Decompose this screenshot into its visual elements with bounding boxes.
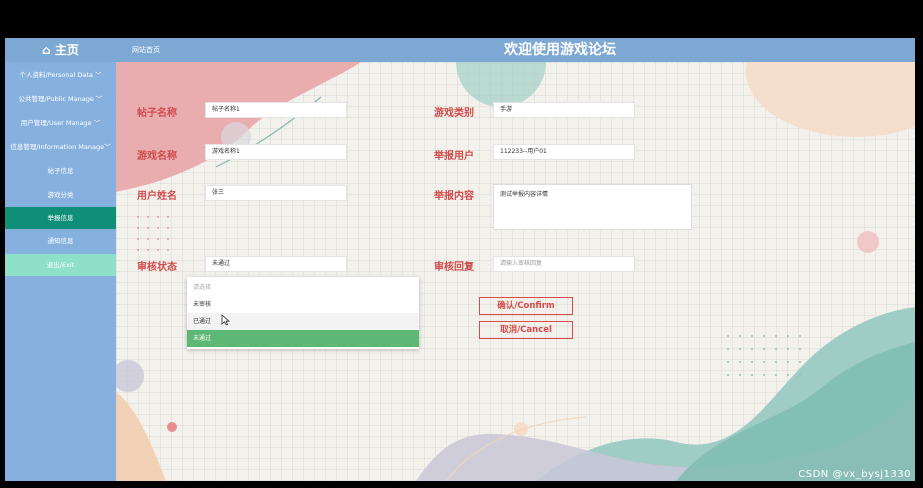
review-status-select[interactable]: 未通过: [205, 256, 347, 272]
sidebar-item-user-manage[interactable]: 用户管理/User Manage ﹀: [5, 112, 116, 134]
screen-frame: 帖子名称 帖子名称1 游戏类别 手游 游戏名称 游戏名称1 举报用户 11223…: [0, 0, 923, 488]
sidebar-item-posts[interactable]: 帖子信息: [5, 160, 116, 182]
dropdown-option-unreviewed[interactable]: 未审核: [187, 296, 419, 313]
game-name-label: 游戏名称: [137, 151, 177, 162]
watermark: CSDN @vx_bysj1330: [798, 469, 911, 480]
confirm-button[interactable]: 确认/Confirm: [479, 297, 573, 315]
top-navbar: 欢迎使用游戏论坛 ⌂ 主页 网站首页: [5, 38, 915, 62]
review-status-label: 审核状态: [137, 262, 177, 273]
post-name-input[interactable]: 帖子名称1: [205, 102, 347, 118]
dropdown-option-rejected[interactable]: 未通过: [187, 330, 419, 347]
report-user-label: 举报用户: [434, 151, 474, 162]
user-name-label: 用户姓名: [137, 191, 177, 202]
sidebar-item-reports[interactable]: 举报信息: [5, 207, 116, 229]
report-content-textarea[interactable]: 测试举报内容详情: [493, 184, 692, 230]
game-name-input[interactable]: 游戏名称1: [205, 144, 347, 160]
sidebar-item-exit[interactable]: 退出/Exit: [5, 254, 116, 276]
review-reply-input[interactable]: 请输入审核回复: [493, 256, 635, 272]
sidebar-item-game-category[interactable]: 游戏分类: [5, 184, 116, 206]
review-status-dropdown: 请选择 未审核 已通过 未通过: [187, 277, 419, 349]
sidebar-item-notices[interactable]: 通知信息: [5, 230, 116, 252]
home-link[interactable]: ⌂ 主页: [5, 38, 116, 62]
report-content-label: 举报内容: [434, 191, 474, 202]
mouse-cursor-icon: [221, 314, 230, 326]
breadcrumb[interactable]: 网站首页: [132, 38, 160, 62]
review-reply-label: 审核回复: [434, 262, 474, 273]
user-name-input[interactable]: 张三: [205, 185, 347, 201]
game-category-input[interactable]: 手游: [493, 102, 635, 118]
sidebar: 个人资料/Personal Data ﹀ 公共管理/Public Manage …: [5, 62, 116, 481]
sidebar-item-public-manage[interactable]: 公共管理/Public Manage ﹀: [5, 88, 116, 110]
sidebar-item-personal-data[interactable]: 个人资料/Personal Data ﹀: [5, 64, 116, 86]
sidebar-item-information-manage[interactable]: 信息管理/Information Manage﹀: [5, 136, 116, 158]
cancel-button[interactable]: 取消/Cancel: [479, 321, 573, 339]
main-content: 帖子名称 帖子名称1 游戏类别 手游 游戏名称 游戏名称1 举报用户 11223…: [116, 62, 915, 481]
game-category-label: 游戏类别: [434, 108, 474, 119]
post-name-label: 帖子名称: [137, 108, 177, 119]
dropdown-option-placeholder[interactable]: 请选择: [187, 279, 419, 296]
report-user-input[interactable]: 112233--用户01: [493, 144, 635, 160]
app-window: 帖子名称 帖子名称1 游戏类别 手游 游戏名称 游戏名称1 举报用户 11223…: [5, 38, 915, 481]
